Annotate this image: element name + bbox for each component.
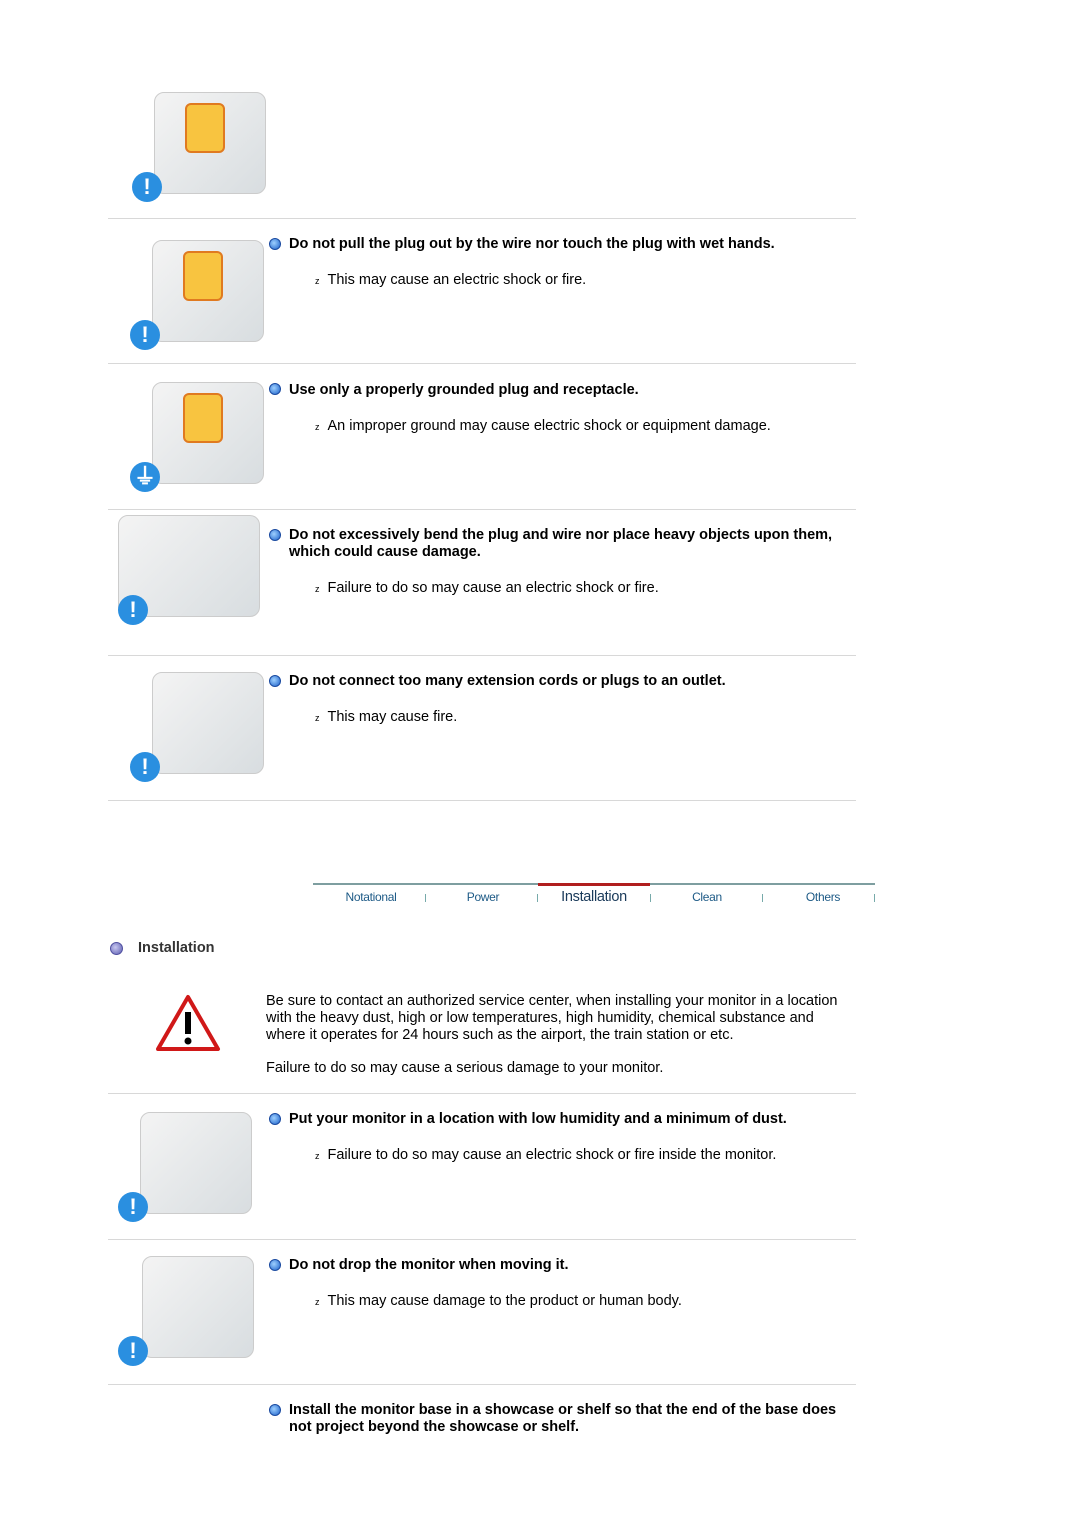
exclamation-icon: ! [130,752,160,782]
bullet-icon [269,1113,281,1125]
tab-installation[interactable]: Installation [538,889,650,905]
exclamation-icon: ! [132,172,162,202]
item-note: z This may cause fire. [315,709,458,725]
bullet-icon [269,529,281,541]
bullet-icon [269,238,281,250]
divider [108,800,856,801]
divider [108,655,856,656]
ground-icon: ⏚ [130,462,160,492]
intro-paragraph-2: Failure to do so may cause a serious dam… [266,1060,664,1076]
illustration-dust: ! [118,1112,258,1222]
bullet-icon [269,675,281,687]
section-heading: Installation [138,940,215,956]
item-note: z Failure to do so may cause an electric … [315,1147,777,1163]
illustration-extension-cords: ! [130,672,270,782]
illustration-wet-hands: ! [130,240,270,350]
tab-separator [425,894,426,902]
item-title: Install the monitor base in a showcase o… [289,1402,837,1435]
illustration-bent-wire: ! [118,515,260,625]
tab-power[interactable]: Power [427,890,539,904]
item-note: z This may cause damage to the product or… [315,1293,682,1309]
warning-triangle-icon [156,995,220,1051]
section-bullet-icon [110,942,123,955]
item-note: z Failure to do so may cause an electric … [315,580,659,596]
tab-others[interactable]: Others [767,890,879,904]
item-title: Use only a properly grounded plug and re… [289,382,639,398]
illustration-grounded-plug: ⏚ [130,382,270,492]
item-title: Do not drop the monitor when moving it. [289,1257,569,1273]
bullet-icon [269,383,281,395]
tab-notational[interactable]: Notational [315,890,427,904]
divider [108,1093,856,1094]
bullet-icon [269,1259,281,1271]
divider [108,218,856,219]
tab-separator [874,894,875,902]
divider [108,509,856,510]
exclamation-icon: ! [118,595,148,625]
tab-clean[interactable]: Clean [651,890,763,904]
divider [108,363,856,364]
tab-separator [762,894,763,902]
exclamation-icon: ! [118,1192,148,1222]
bullet-icon [269,1404,281,1416]
item-title: Do not pull the plug out by the wire nor… [289,236,775,252]
illustration-drop-monitor: ! [118,1256,258,1366]
item-title: Do not connect too many extension cords … [289,673,726,689]
item-note: z This may cause an electric shock or fir… [315,272,587,288]
divider [108,1384,856,1385]
item-title: Put your monitor in a location with low … [289,1111,787,1127]
illustration-plug: ! [132,92,272,202]
divider [108,1239,856,1240]
item-note: z An improper ground may cause electric s… [315,418,771,434]
exclamation-icon: ! [118,1336,148,1366]
exclamation-icon: ! [130,320,160,350]
intro-paragraph: Be sure to contact an authorized service… [266,993,838,1043]
item-title: Do not excessively bend the plug and wir… [289,527,833,560]
active-tab-indicator [538,883,650,886]
